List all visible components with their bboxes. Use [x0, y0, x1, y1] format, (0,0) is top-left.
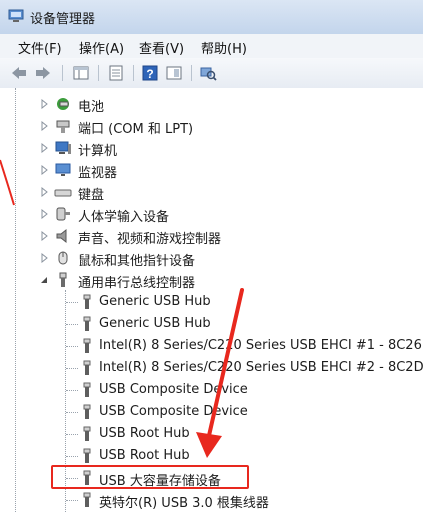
tree-category-usb-controllers[interactable]: 通用串行总线控制器 [0, 269, 423, 291]
tree-device-item[interactable]: Intel(R) 8 Series/C220 Series USB EHCI #… [0, 357, 423, 379]
menu-help[interactable]: 帮助(H) [201, 38, 247, 57]
collapse-arrow-icon[interactable] [40, 275, 48, 285]
tree-category-sound[interactable]: 声音、视频和游戏控制器 [0, 225, 423, 247]
speaker-icon [56, 228, 67, 244]
window-title: 设备管理器 [30, 12, 96, 27]
usb-plug-icon [83, 492, 91, 507]
view-panel-icon[interactable] [165, 64, 183, 82]
usb-plug-icon [83, 294, 91, 309]
expand-arrow-icon[interactable] [41, 121, 49, 131]
toolbar-separator [133, 65, 134, 81]
expand-arrow-icon[interactable] [41, 165, 49, 175]
tree-category-label: 监视器 [78, 166, 118, 181]
tree-device-label: USB Composite Device [99, 382, 248, 397]
tree-device-label: USB Root Hub [99, 426, 190, 441]
battery-icon [57, 98, 69, 110]
tree-category-hid[interactable]: 人体学输入设备 [0, 203, 423, 225]
expand-arrow-icon[interactable] [41, 143, 49, 153]
tree-guide-line [66, 500, 78, 501]
usb-icon [59, 272, 67, 287]
usb-plug-icon [83, 448, 91, 463]
tree-category-label: 计算机 [78, 144, 118, 159]
tree-category-mouse[interactable]: 鼠标和其他指针设备 [0, 247, 423, 269]
tree-device-label: Intel(R) 8 Series/C220 Series USB EHCI #… [99, 360, 423, 375]
tree-device-label: USB Root Hub [99, 448, 190, 463]
tree-guide-line [66, 456, 78, 457]
tree-device-item[interactable]: USB Root Hub [0, 445, 423, 467]
tree-device-item[interactable]: Generic USB Hub [0, 291, 423, 313]
toolbar: ? [0, 58, 423, 89]
tree-category-label: 电池 [78, 100, 105, 115]
tree-category-label: 鼠标和其他指针设备 [78, 254, 196, 269]
help-icon[interactable]: ? [141, 64, 159, 82]
mouse-icon [58, 251, 68, 265]
tree-device-item[interactable]: USB Root Hub [0, 423, 423, 445]
tree-category-label: 人体学输入设备 [78, 210, 170, 225]
tree-device-label: USB Composite Device [99, 404, 248, 419]
menu-view[interactable]: 查看(V) [139, 38, 184, 57]
expand-arrow-icon[interactable] [41, 187, 49, 197]
tree-category-keyboard[interactable]: 键盘 [0, 181, 423, 203]
toolbar-separator [98, 65, 99, 81]
tree-device-item[interactable]: Generic USB Hub [0, 313, 423, 335]
tree-category-computer[interactable]: 计算机 [0, 137, 423, 159]
tree-category-label: 键盘 [78, 188, 105, 203]
tree-category-monitors[interactable]: 监视器 [0, 159, 423, 181]
tree-guide-line [66, 368, 78, 369]
device-manager-icon [8, 9, 24, 22]
menu-bar: 文件(F) 操作(A) 查看(V) 帮助(H) [0, 34, 423, 59]
expand-arrow-icon[interactable] [41, 209, 49, 219]
tree-category-label: 通用串行总线控制器 [78, 276, 196, 291]
tree-device-label: Generic USB Hub [99, 294, 211, 309]
scan-hardware-icon[interactable] [199, 64, 217, 82]
tree-guide-line [66, 346, 78, 347]
properties-icon[interactable] [107, 64, 125, 82]
back-arrow-icon[interactable] [10, 64, 28, 82]
usb-plug-icon [83, 382, 91, 397]
tree-device-item[interactable]: Intel(R) 8 Series/C220 Series USB EHCI #… [0, 335, 423, 357]
tree-category-battery[interactable]: 电池 [0, 93, 423, 115]
toolbar-separator [62, 65, 63, 81]
expand-arrow-icon[interactable] [41, 253, 49, 263]
usb-plug-icon [83, 360, 91, 375]
tree-category-ports[interactable]: 端口 (COM 和 LPT) [0, 115, 423, 137]
tree-guide-line [66, 412, 78, 413]
menu-file[interactable]: 文件(F) [18, 38, 62, 57]
forward-arrow-icon[interactable] [34, 64, 52, 82]
show-hide-console-tree-icon[interactable] [72, 64, 90, 82]
tree-guide-line [66, 434, 78, 435]
tree-device-label: Generic USB Hub [99, 316, 211, 331]
port-icon [56, 120, 70, 133]
tree-guide-line [66, 390, 78, 391]
usb-plug-icon [83, 316, 91, 331]
toolbar-separator [191, 65, 192, 81]
usb-plug-icon [83, 426, 91, 441]
expand-arrow-icon[interactable] [41, 231, 49, 241]
tree-device-item[interactable]: 英特尔(R) USB 3.0 根集线器 [0, 489, 423, 511]
svg-text:?: ? [146, 67, 153, 81]
tree-category-label: 声音、视频和游戏控制器 [78, 232, 222, 247]
hid-icon [56, 207, 70, 221]
tree-category-label: 端口 (COM 和 LPT) [78, 122, 194, 137]
tree-guide-line [66, 302, 78, 303]
usb-plug-icon [83, 404, 91, 419]
computer-icon [55, 141, 71, 154]
menu-action[interactable]: 操作(A) [79, 38, 124, 57]
keyboard-icon [54, 189, 72, 197]
tree-guide-line [66, 324, 78, 325]
title-bar: 设备管理器 [0, 0, 423, 35]
expand-arrow-icon[interactable] [41, 99, 49, 109]
tree-device-item[interactable]: USB Composite Device [0, 379, 423, 401]
tree-device-label: Intel(R) 8 Series/C220 Series USB EHCI #… [99, 338, 422, 353]
monitor-icon [55, 163, 71, 176]
tree-device-item[interactable]: USB Composite Device [0, 401, 423, 423]
annotation-highlight-box [51, 465, 249, 489]
usb-plug-icon [83, 338, 91, 353]
tree-device-label: 英特尔(R) USB 3.0 根集线器 [99, 496, 269, 511]
